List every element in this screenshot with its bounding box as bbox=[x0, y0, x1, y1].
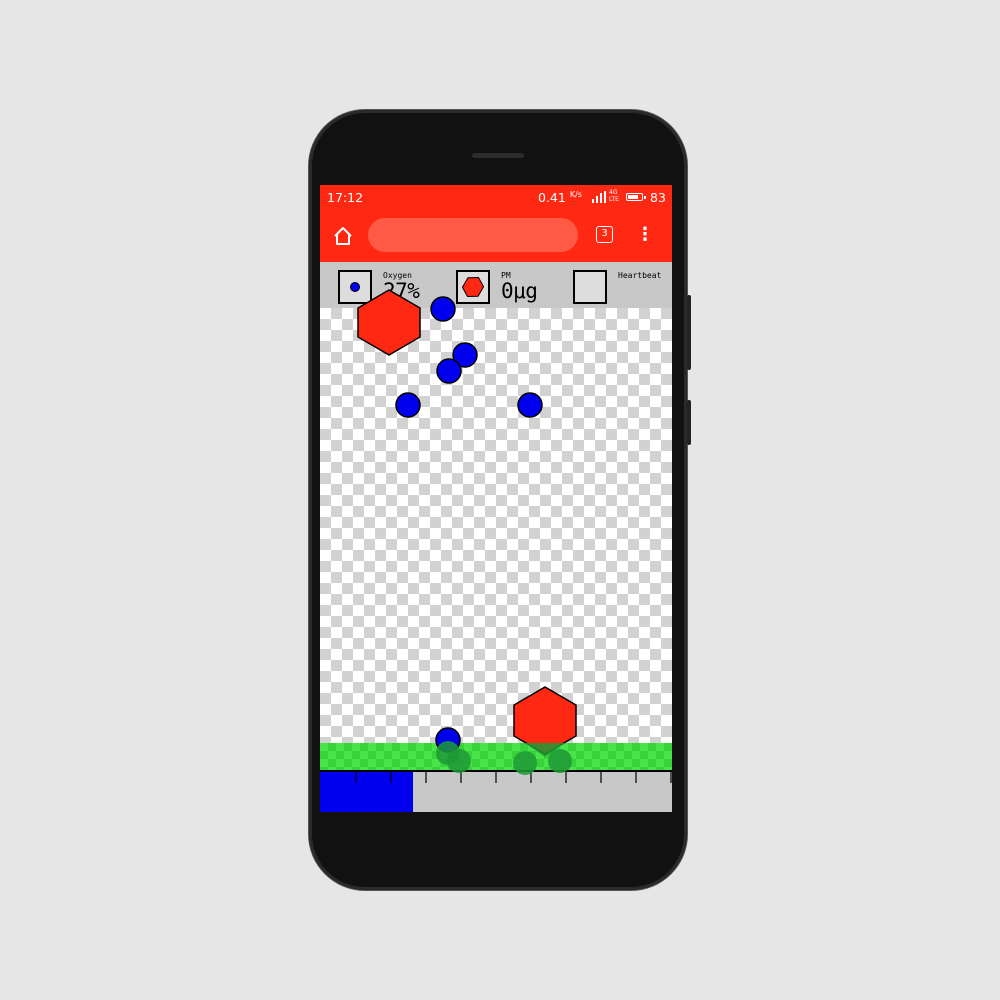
ground-strip bbox=[320, 743, 672, 770]
tab-switcher-button[interactable]: 3 bbox=[596, 226, 613, 243]
oxygen-value: 27% bbox=[383, 279, 420, 303]
signal-icon bbox=[592, 191, 606, 203]
sensor-bar: Oxygen 27% PM 0μg Heartbeat bbox=[320, 262, 672, 308]
more-vert-icon[interactable]: ⋮ bbox=[636, 225, 654, 247]
game-playfield[interactable] bbox=[320, 308, 672, 743]
network-speed: 0.41 K/s bbox=[538, 190, 582, 205]
pm-sensor-box[interactable] bbox=[456, 270, 490, 304]
volume-button bbox=[687, 295, 691, 370]
pm-hexagon-icon bbox=[461, 276, 485, 298]
phone-screen: 17:12 0.41 K/s 4G LTE 83 3 ⋮ Oxygen 27% bbox=[320, 185, 672, 812]
network-speed-value: 0.41 bbox=[538, 190, 566, 206]
battery-icon bbox=[626, 193, 646, 201]
pm-value: 0μg bbox=[501, 279, 538, 303]
progress-ruler bbox=[320, 770, 672, 812]
browser-toolbar: 3 ⋮ bbox=[320, 210, 672, 262]
status-bar: 17:12 0.41 K/s 4G LTE 83 bbox=[320, 185, 672, 210]
earpiece-speaker bbox=[472, 153, 524, 158]
url-bar[interactable] bbox=[368, 218, 578, 252]
heartbeat-sensor-box[interactable] bbox=[573, 270, 607, 304]
oxygen-dot-icon bbox=[350, 282, 360, 292]
heartbeat-icon bbox=[575, 272, 605, 302]
network-type: 4G LTE bbox=[609, 189, 619, 203]
power-button bbox=[687, 400, 691, 445]
home-icon[interactable] bbox=[332, 225, 354, 247]
status-time: 17:12 bbox=[327, 190, 364, 205]
oxygen-sensor-box[interactable] bbox=[338, 270, 372, 304]
heartbeat-label: Heartbeat bbox=[618, 271, 662, 280]
network-speed-unit: K/s bbox=[569, 190, 582, 199]
ruler-ticks bbox=[320, 770, 672, 783]
battery-level bbox=[628, 195, 638, 199]
battery-percent: 83 bbox=[650, 190, 666, 205]
